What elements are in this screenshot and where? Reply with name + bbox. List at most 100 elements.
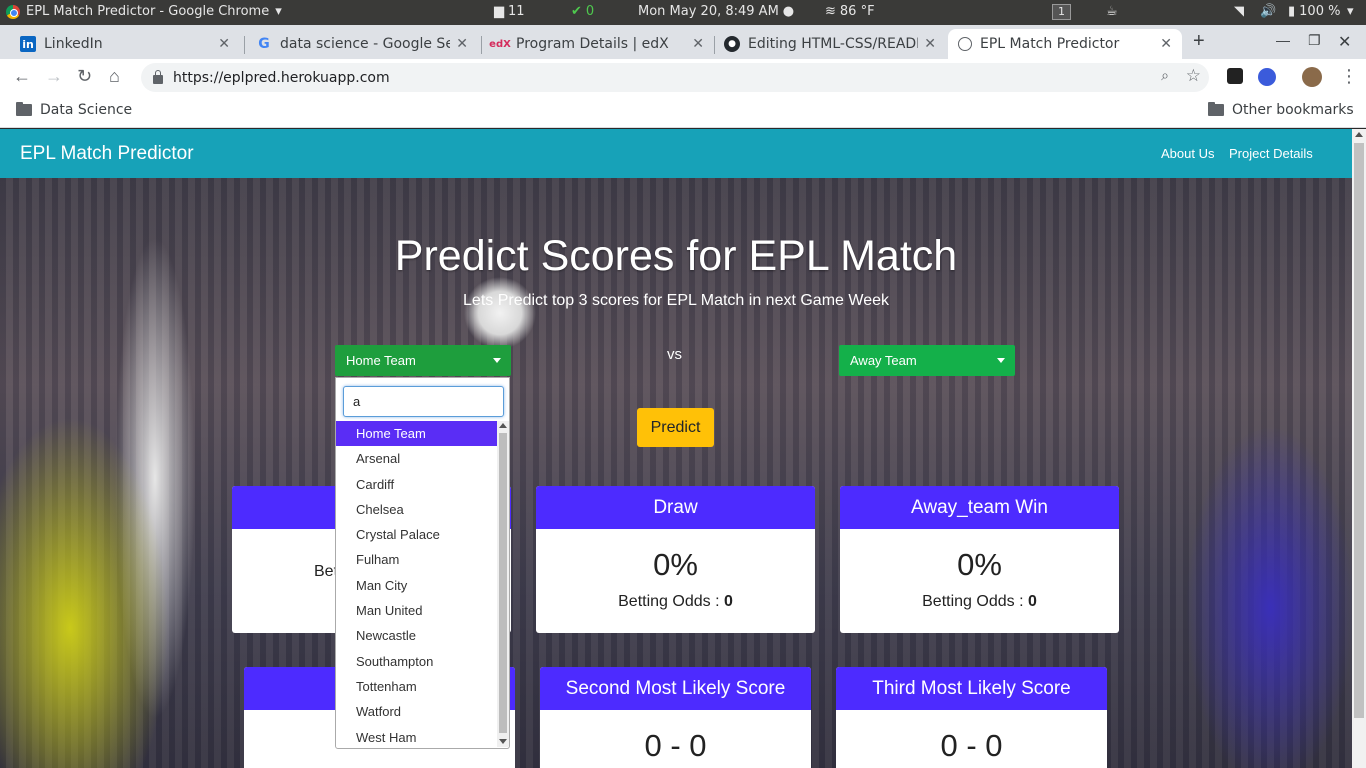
- power-menu-icon[interactable]: ▾: [1347, 4, 1354, 19]
- betting-odds: Betting Odds : 0: [922, 593, 1037, 610]
- minimize-button[interactable]: —: [1276, 32, 1290, 48]
- edx-icon: edX: [489, 38, 511, 50]
- away-win-card: Away_team Win 0% Betting Odds : 0: [840, 486, 1119, 633]
- back-button[interactable]: ←: [13, 66, 31, 87]
- site-navbar: EPL Match Predictor About Us Project Det…: [0, 129, 1352, 178]
- window-close-button[interactable]: ✕: [1338, 32, 1351, 52]
- dropdown-scrollbar[interactable]: [497, 421, 509, 747]
- page-subtitle: Lets Predict top 3 scores for EPL Match …: [463, 292, 889, 309]
- browser-toolbar: ← → ↻ ⌂ https://eplpred.herokuapp.com ⌕ …: [0, 59, 1366, 95]
- github-icon: ●: [724, 36, 740, 52]
- close-icon[interactable]: ✕: [692, 36, 704, 52]
- team-option[interactable]: West Ham: [336, 725, 497, 750]
- draw-card: Draw 0% Betting Odds : 0: [536, 486, 815, 633]
- team-option[interactable]: Fulham: [336, 547, 497, 572]
- clock[interactable]: Mon May 20, 8:49 AM ●: [638, 4, 794, 19]
- weather-icon: ≋: [825, 4, 836, 19]
- notifications-indicator[interactable]: ▆ 11: [494, 4, 525, 19]
- workspace-indicator[interactable]: 1: [1052, 4, 1071, 20]
- card-title: Third Most Likely Score: [836, 667, 1107, 710]
- caret-down-icon: [493, 358, 501, 363]
- checks-indicator[interactable]: ✔ 0: [571, 4, 594, 19]
- extension-icon[interactable]: [1227, 68, 1243, 84]
- nav-about-us[interactable]: About Us: [1161, 146, 1214, 161]
- scroll-thumb[interactable]: [1354, 143, 1364, 718]
- draw-percentage: 0%: [653, 547, 698, 582]
- third-likely-score-card: Third Most Likely Score 0 - 0: [836, 667, 1107, 768]
- scroll-down-icon[interactable]: [499, 739, 507, 744]
- folder-icon: [1208, 102, 1224, 116]
- wifi-icon[interactable]: ◥: [1234, 4, 1244, 19]
- team-search-input[interactable]: [343, 386, 504, 417]
- close-icon[interactable]: ✕: [218, 36, 230, 52]
- team-option[interactable]: Man United: [336, 598, 497, 623]
- win-percentage: 0%: [957, 547, 1002, 582]
- card-title: Draw: [536, 486, 815, 529]
- tab-linkedin[interactable]: in LinkedIn ✕: [10, 29, 240, 59]
- window-title[interactable]: EPL Match Predictor - Google Chrome ▾: [6, 4, 282, 19]
- os-top-bar: EPL Match Predictor - Google Chrome ▾ ▆ …: [0, 0, 1366, 25]
- check-icon: ✔: [571, 4, 582, 19]
- vs-label: vs: [667, 346, 682, 363]
- new-tab-button[interactable]: +: [1193, 30, 1205, 53]
- page-scrollbar[interactable]: [1352, 129, 1366, 768]
- close-icon[interactable]: ✕: [1160, 36, 1172, 52]
- extension-zoom-icon[interactable]: [1258, 68, 1276, 86]
- restore-button[interactable]: ❐: [1308, 32, 1321, 49]
- team-option[interactable]: Arsenal: [336, 446, 497, 471]
- scroll-up-icon[interactable]: [1355, 132, 1363, 137]
- folder-icon: [16, 102, 32, 116]
- bookmark-data-science[interactable]: Data Science: [16, 102, 132, 118]
- card-title: Second Most Likely Score: [540, 667, 811, 710]
- away-team-select[interactable]: Away Team: [839, 345, 1015, 376]
- bookmark-other[interactable]: Other bookmarks: [1208, 102, 1354, 118]
- volume-icon[interactable]: 🔊: [1260, 4, 1276, 19]
- scroll-up-icon[interactable]: [499, 423, 507, 428]
- page-title: Predict Scores for EPL Match: [394, 232, 958, 280]
- team-option[interactable]: Home Team: [336, 421, 497, 447]
- tab-epl-predictor[interactable]: EPL Match Predictor ✕: [948, 29, 1182, 59]
- team-option[interactable]: Cardiff: [336, 472, 497, 497]
- avatar[interactable]: [1302, 67, 1322, 87]
- battery-icon: ▮: [1288, 4, 1296, 19]
- score-value: 0 - 0: [644, 728, 707, 763]
- home-button[interactable]: ⌂: [109, 66, 120, 87]
- team-option[interactable]: Chelsea: [336, 497, 497, 522]
- tab-github[interactable]: ● Editing HTML-CSS/READI ✕: [714, 29, 946, 59]
- menu-icon[interactable]: ⋮: [1340, 66, 1358, 87]
- google-icon: G: [258, 36, 270, 52]
- betting-odds: Betting Odds : 0: [618, 593, 733, 610]
- nav-project-details[interactable]: Project Details: [1229, 146, 1313, 161]
- chrome-icon: [6, 4, 20, 19]
- globe-icon: [958, 37, 972, 51]
- close-icon[interactable]: ✕: [456, 36, 468, 52]
- zoom-icon[interactable]: ⌕: [1161, 68, 1169, 84]
- home-team-select[interactable]: Home Team: [335, 345, 511, 376]
- site-brand[interactable]: EPL Match Predictor: [20, 143, 194, 165]
- dot-icon: ●: [782, 4, 795, 19]
- team-options-list: Home Team Arsenal Cardiff Chelsea Crysta…: [336, 421, 497, 750]
- home-team-dropdown: Home Team Arsenal Cardiff Chelsea Crysta…: [335, 377, 510, 749]
- team-option[interactable]: Crystal Palace: [336, 522, 497, 547]
- predict-button[interactable]: Predict: [637, 408, 714, 447]
- forward-button[interactable]: →: [45, 66, 63, 87]
- scroll-thumb[interactable]: [499, 433, 507, 733]
- team-option[interactable]: Watford: [336, 699, 497, 724]
- battery-indicator[interactable]: ▮ 100 %: [1288, 4, 1340, 19]
- chevron-down-icon: ▾: [275, 4, 282, 19]
- coffee-icon[interactable]: ☕: [1106, 4, 1118, 19]
- close-icon[interactable]: ✕: [924, 36, 936, 52]
- team-option[interactable]: Newcastle: [336, 623, 497, 648]
- team-option[interactable]: Southampton: [336, 649, 497, 674]
- score-value: 0 - 0: [940, 728, 1003, 763]
- bookmark-star-icon[interactable]: ☆: [1186, 66, 1201, 86]
- address-bar[interactable]: https://eplpred.herokuapp.com ⌕ ☆: [141, 63, 1209, 92]
- team-option[interactable]: Tottenham: [336, 674, 497, 699]
- tab-edx[interactable]: edX Program Details | edX ✕: [482, 29, 714, 59]
- reload-button[interactable]: ↻: [77, 66, 92, 87]
- team-option[interactable]: Man City: [336, 573, 497, 598]
- tab-google-search[interactable]: G data science - Google Sea ✕: [246, 29, 478, 59]
- weather-indicator[interactable]: ≋ 86 °F: [825, 4, 875, 19]
- linkedin-icon: in: [20, 36, 36, 52]
- caret-down-icon: [997, 358, 1005, 363]
